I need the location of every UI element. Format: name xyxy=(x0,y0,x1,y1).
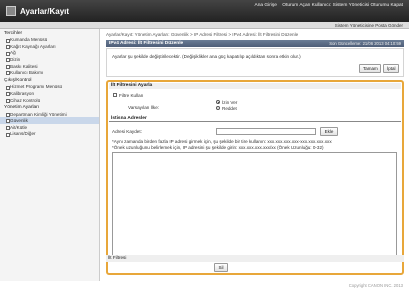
sidebar-item-print-quality[interactable]: Baskı Kalitesi xyxy=(0,63,99,70)
top-bar: Ayarlar/Kayıt Ana Girişe Oturum Açan Kul… xyxy=(0,0,409,22)
sidebar-group-title: Çıkış/Kontrol xyxy=(4,78,32,84)
sidebar-item-department-id[interactable]: Departman Kimliği Yönetimi xyxy=(0,111,99,118)
policy-allow-label: İzin Ver xyxy=(222,99,238,105)
sidebar-item-utility-menu[interactable]: Hizmet Programı Menüsü xyxy=(0,84,99,91)
info-box: Ayarlar şu şekilde değiştirilecektir. (D… xyxy=(106,48,404,77)
main-content: Ayarlar/Kayıt: Yönetim Ayarları: Güvenli… xyxy=(102,29,407,281)
address-label: Adresi Kaydet: xyxy=(112,129,142,134)
sidebar-item-control-menu[interactable]: Kumanda Menüsü xyxy=(0,37,99,44)
note-range: *Aynı zamanda birden fazla IP adresi gir… xyxy=(112,139,332,144)
app-brand: Ayarlar/Kayıt xyxy=(6,6,69,16)
sidebar-item-paper-source[interactable]: Kağıt Kaynağı Ayarları xyxy=(0,43,99,50)
sidebar-item-user-maintenance[interactable]: Kullanıcı Bakımı xyxy=(0,69,99,76)
use-filter-label: Filtre Kullan xyxy=(119,92,144,98)
section-exception-addresses: İstisna Adresler xyxy=(109,116,401,122)
top-links: Ana Girişe Oturum Açan Kullanıcı: Sistem… xyxy=(251,3,403,8)
info-message: Ayarlar şu şekilde değiştirilecektir. (D… xyxy=(112,54,301,59)
sidebar-item-calibration[interactable]: Kalibrasyon xyxy=(0,90,99,97)
page-title: IPv4 Adresi: İlt Filtresini Düzenle xyxy=(109,40,184,46)
delete-button[interactable]: Sil xyxy=(214,263,228,272)
last-updated: Son Güncelleme: 21/06 2013 04:10:59 xyxy=(329,40,401,46)
ok-button[interactable]: Tamam xyxy=(359,64,381,73)
home-link[interactable]: Ana Girişe xyxy=(255,3,277,8)
default-policy-label: Varsayılan İlke: xyxy=(128,105,160,110)
policy-deny-label: Reddet xyxy=(222,105,237,111)
page-title-bar: IPv4 Adresi: İlt Filtresini Düzenle Son … xyxy=(106,40,404,47)
sidebar-item-mass[interactable]: Ait/Kütle xyxy=(0,124,99,131)
logout-link[interactable]: Oturum Açan Kullanıcı: Sistem Yöneticisi… xyxy=(282,3,403,8)
policy-allow-radio[interactable] xyxy=(216,100,220,104)
sidebar-group-title: Yönetim Ayarları xyxy=(4,105,40,111)
exception-address-list[interactable] xyxy=(112,152,397,260)
add-button[interactable]: Ekle xyxy=(320,127,338,136)
use-filter-checkbox[interactable] xyxy=(113,93,117,97)
note-prefix: *Önek uzunluğunu belirlemek için, IP adr… xyxy=(112,145,324,150)
sidebar-item-license[interactable]: Lisans/Diğer xyxy=(0,131,99,138)
address-input[interactable] xyxy=(216,128,316,135)
settings-panel: İlt Filtresini Ayarla Filtre Kullan Vars… xyxy=(106,80,404,275)
sidebar-group-title: Tercihler xyxy=(4,31,23,36)
app-title: Ayarlar/Kayıt xyxy=(20,6,70,16)
sidebar-item-device-control[interactable]: Cihaz Kontrolü xyxy=(0,97,99,104)
sidebar-item-security[interactable]: Güvenlik xyxy=(0,117,99,125)
sidebar-item-network[interactable]: Ağ xyxy=(0,50,99,57)
mail-admin-link[interactable]: Sistem Yöneticisine Posta Gönder xyxy=(335,23,403,28)
sidebar-item-directory[interactable]: Dizin xyxy=(0,56,99,63)
cancel-button[interactable]: İptal xyxy=(383,64,399,73)
section-filter-settings: İlt Filtresini Ayarla xyxy=(109,83,401,89)
breadcrumb: Ayarlar/Kayıt: Yönetim Ayarları: Güvenli… xyxy=(106,32,299,37)
sidebar: Tercihler Kumanda Menüsü Kağıt Kaynağı A… xyxy=(0,29,100,281)
policy-deny-radio[interactable] xyxy=(216,106,220,110)
sub-bar: Sistem Yöneticisine Posta Gönder xyxy=(0,22,409,29)
copyright: Copyright CANON INC. 2013 xyxy=(348,283,403,288)
footer: Copyright CANON INC. 2013 xyxy=(0,281,409,305)
section-ip-filter: İlt Filtresi xyxy=(106,255,404,262)
settings-icon xyxy=(6,6,16,16)
